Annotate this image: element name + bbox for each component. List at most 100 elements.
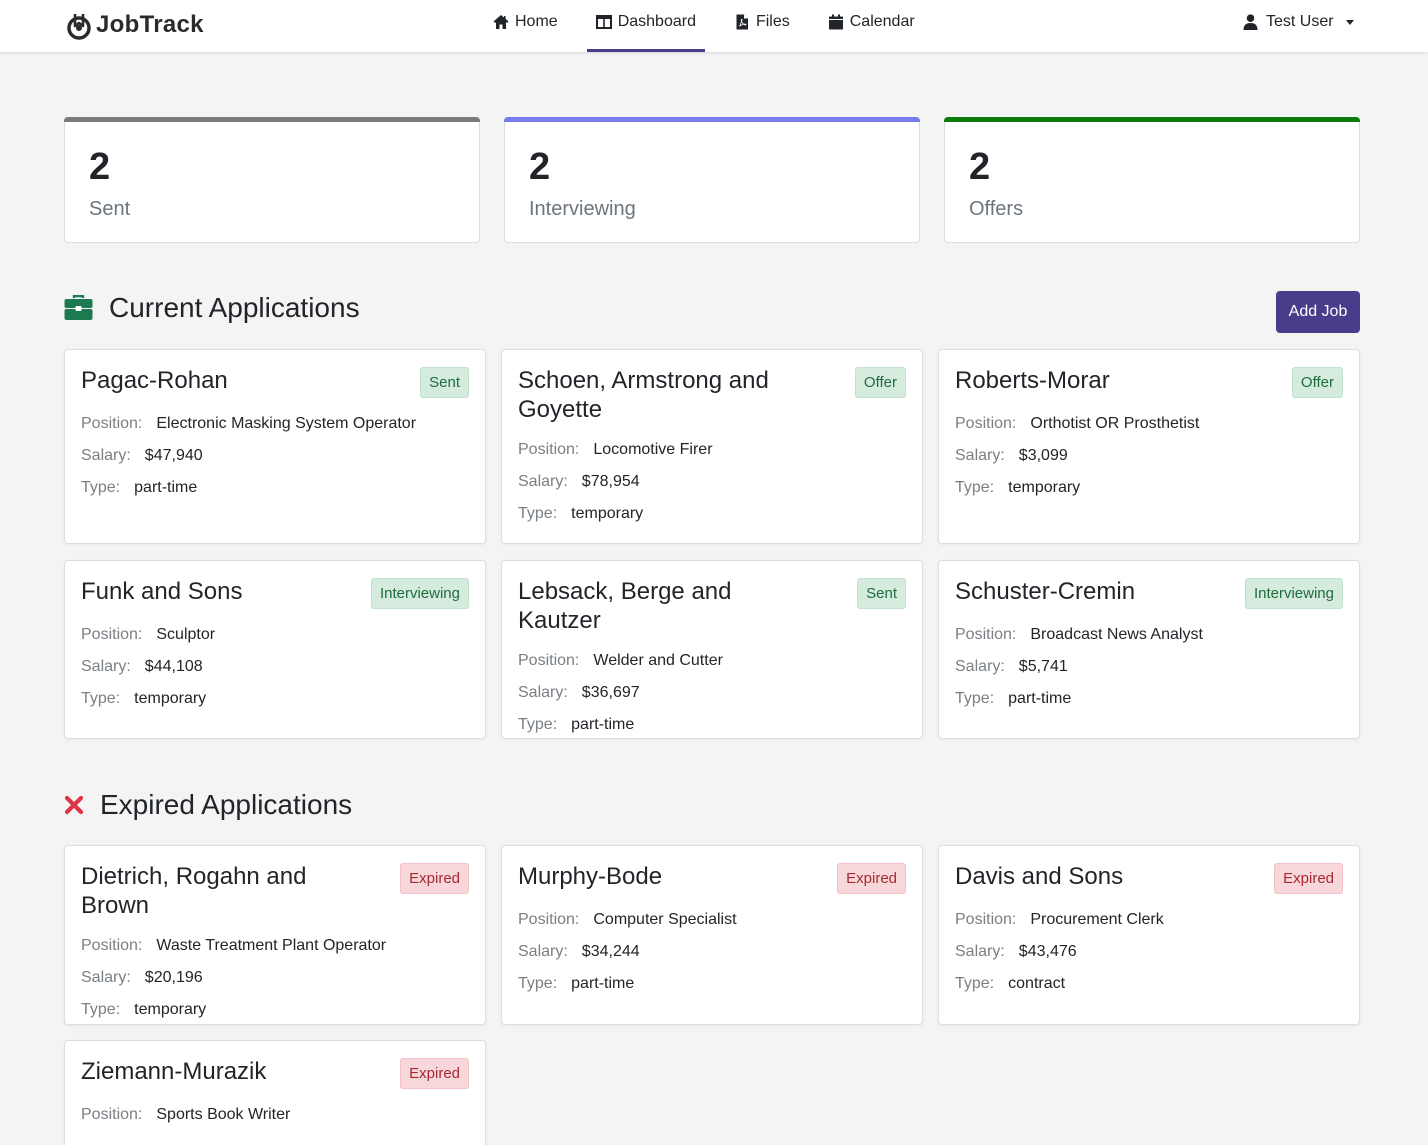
current-applications-heading: Current Applications: [64, 292, 360, 324]
brand-name: JobTrack: [96, 11, 204, 38]
job-company: Pagac-Rohan: [81, 367, 228, 394]
stat-count: 2: [89, 146, 111, 188]
job-company: Murphy-Bode: [518, 863, 663, 890]
stat-bar: [64, 117, 480, 122]
status-badge: Sent: [857, 578, 906, 609]
brand-logo[interactable]: JobTrack: [66, 5, 204, 45]
calendar-icon: [828, 14, 843, 30]
stat-count: 2: [969, 146, 991, 188]
job-card[interactable]: Murphy-Bode Expired Position: Computer Sp…: [501, 845, 923, 1025]
job-position: Orthotist OR Prosthetist: [1030, 415, 1200, 432]
salary-label: Salary:: [518, 684, 568, 701]
type-label: Type:: [81, 1001, 121, 1018]
file-pdf-icon: [736, 14, 748, 30]
job-type: contract: [1008, 975, 1066, 992]
job-position: Locomotive Firer: [593, 441, 713, 458]
job-type: part-time: [571, 716, 635, 733]
job-card[interactable]: Dietrich, Rogahn and Brown Expired Posit…: [64, 845, 486, 1025]
type-label: Type:: [518, 505, 558, 522]
job-company: Funk and Sons: [81, 578, 243, 605]
expired-applications-heading: Expired Applications: [64, 789, 352, 821]
position-label: Position:: [518, 911, 580, 928]
job-salary: $78,954: [581, 473, 640, 490]
job-card[interactable]: Davis and Sons Expired Position: Procurem…: [938, 845, 1360, 1025]
type-label: Type:: [81, 479, 121, 496]
job-company: Schuster-Cremin: [955, 578, 1136, 605]
salary-label: Salary:: [81, 447, 131, 464]
salary-label: Salary:: [518, 473, 568, 490]
briefcase-icon: [64, 295, 93, 320]
salary-label: Salary:: [518, 943, 568, 960]
job-position: Electronic Masking System Operator: [156, 415, 417, 432]
position-label: Position:: [81, 626, 143, 643]
salary-label: Salary:: [81, 969, 131, 986]
type-label: Type:: [518, 975, 558, 992]
status-badge: Interviewing: [370, 578, 469, 609]
job-salary: $5,741: [1018, 658, 1068, 675]
job-type: temporary: [134, 690, 207, 707]
stat-label: Interviewing: [529, 198, 636, 220]
type-label: Type:: [81, 690, 121, 707]
stat-card-sent: 2 Sent: [64, 117, 480, 243]
status-badge: Offer: [854, 367, 906, 398]
nav-calendar[interactable]: Calendar: [819, 0, 924, 52]
nav-dashboard-label: Dashboard: [617, 13, 696, 30]
job-salary: $34,244: [581, 943, 640, 960]
nav-calendar-label: Calendar: [849, 13, 915, 30]
position-label: Position:: [955, 626, 1017, 643]
job-type: part-time: [134, 479, 198, 496]
close-icon: [64, 795, 84, 815]
salary-label: Salary:: [81, 658, 131, 675]
user-name: Test User: [1266, 13, 1334, 30]
job-type: temporary: [1008, 479, 1081, 496]
nav-home[interactable]: Home: [484, 0, 567, 52]
nav-home-label: Home: [515, 13, 558, 30]
chevron-down-icon: [1345, 19, 1354, 25]
type-label: Type:: [955, 690, 995, 707]
position-label: Position:: [518, 441, 580, 458]
status-badge: Sent: [420, 367, 469, 398]
job-type: part-time: [1008, 690, 1072, 707]
job-card[interactable]: Schoen, Armstrong and Goyette Offer Posi…: [501, 349, 923, 544]
status-badge: Offer: [1291, 367, 1343, 398]
columns-icon: [595, 15, 612, 29]
user-menu-dropdown[interactable]: Test User: [1243, 13, 1354, 31]
job-card[interactable]: Schuster-Cremin Interviewing Position: Br…: [938, 560, 1360, 739]
job-salary: $47,940: [144, 447, 203, 464]
stat-label: Sent: [89, 198, 131, 220]
status-badge: Expired: [837, 863, 906, 894]
add-job-button[interactable]: Add Job: [1276, 291, 1360, 333]
job-position: Welder and Cutter: [593, 652, 723, 669]
stat-card-offers: 2 Offers: [944, 117, 1360, 243]
job-company: Davis and Sons: [955, 863, 1124, 890]
job-card[interactable]: Ziemann-Murazik Expired Position: Sports …: [64, 1040, 486, 1145]
current-applications-title: Current Applications: [109, 292, 360, 323]
status-badge: Expired: [1274, 863, 1343, 894]
stat-bar: [504, 117, 920, 122]
job-salary: $3,099: [1018, 447, 1068, 464]
position-label: Position:: [955, 415, 1017, 432]
nav-files[interactable]: Files: [725, 0, 799, 52]
stat-card-interviewing: 2 Interviewing: [504, 117, 920, 243]
status-badge: Expired: [400, 863, 469, 894]
nav-dashboard[interactable]: Dashboard: [586, 0, 706, 52]
home-icon: [493, 15, 509, 29]
stat-count: 2: [529, 146, 551, 188]
nav-files-label: Files: [755, 13, 790, 30]
job-company: Roberts-Morar: [955, 367, 1110, 394]
user-icon: [1243, 14, 1258, 30]
job-salary: $43,476: [1018, 943, 1077, 960]
job-position: Computer Specialist: [593, 911, 737, 928]
job-card[interactable]: Funk and Sons Interviewing Position: Scul…: [64, 560, 486, 739]
job-salary: $36,697: [581, 684, 640, 701]
job-position: Waste Treatment Plant Operator: [156, 937, 387, 954]
job-company: Schoen, Armstrong and Goyette: [518, 367, 769, 423]
salary-label: Salary:: [955, 658, 1005, 675]
job-card[interactable]: Roberts-Morar Offer Position: Orthotist O…: [938, 349, 1360, 544]
job-card[interactable]: Pagac-Rohan Sent Position: Electronic Mas…: [64, 349, 486, 544]
job-salary: $44,108: [144, 658, 203, 675]
job-company: Dietrich, Rogahn and Brown: [81, 863, 307, 919]
job-card[interactable]: Lebsack, Berge and Kautzer Sent Position…: [501, 560, 923, 739]
job-type: part-time: [571, 975, 635, 992]
job-position: Broadcast News Analyst: [1030, 626, 1203, 643]
